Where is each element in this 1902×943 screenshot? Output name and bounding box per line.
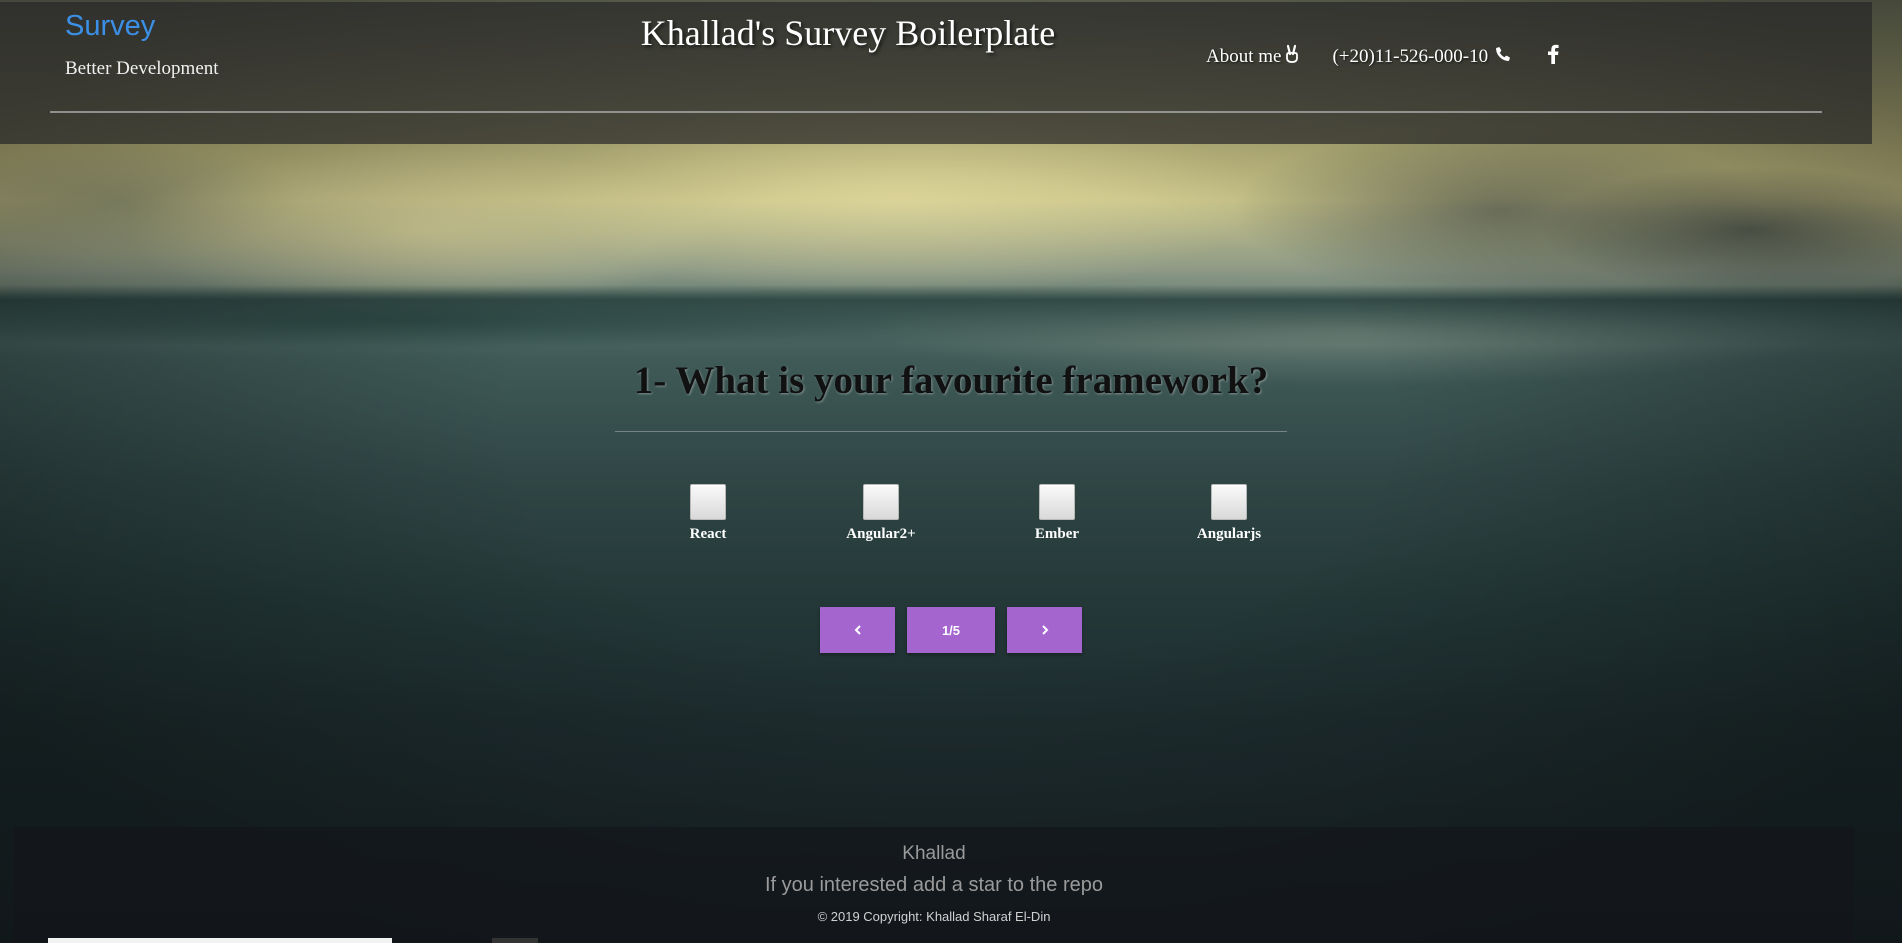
page-indicator[interactable]: 1/5 bbox=[907, 607, 995, 653]
answer-options: React Angular2+ Ember Angularjs bbox=[0, 484, 1902, 544]
option-checkbox[interactable] bbox=[1211, 484, 1247, 520]
option-label: Ember bbox=[1034, 526, 1080, 542]
option-ember[interactable]: Ember bbox=[997, 484, 1117, 543]
option-angularjs[interactable]: Angularjs bbox=[1169, 484, 1289, 543]
question-divider bbox=[615, 431, 1287, 432]
next-button[interactable] bbox=[1007, 607, 1082, 653]
header-nav: About me (+20)11-526-000-10 bbox=[1206, 44, 1559, 70]
option-react[interactable]: React bbox=[648, 484, 768, 543]
facebook-link[interactable] bbox=[1544, 44, 1559, 70]
horizontal-scrollbar-marker bbox=[492, 938, 538, 943]
footer-author: Khallad bbox=[902, 843, 966, 864]
brand-logo[interactable]: Survey bbox=[65, 10, 155, 43]
option-label: React bbox=[689, 526, 727, 542]
chevron-right-icon bbox=[1041, 623, 1049, 638]
previous-button[interactable] bbox=[820, 607, 895, 653]
footer-repo-note[interactable]: If you interested add a star to the repo bbox=[14, 874, 1854, 897]
option-checkbox[interactable] bbox=[863, 484, 899, 520]
about-me-link[interactable]: About me bbox=[1206, 44, 1300, 70]
option-checkbox[interactable] bbox=[690, 484, 726, 520]
option-angular2[interactable]: Angular2+ bbox=[821, 484, 941, 543]
brand-tagline: Better Development bbox=[65, 58, 219, 79]
facebook-icon bbox=[1547, 44, 1559, 70]
option-label: Angular2+ bbox=[846, 526, 916, 542]
chevron-left-icon bbox=[854, 623, 862, 638]
question-title: 1- What is your favourite framework? bbox=[633, 359, 1269, 402]
pagination: 1/5 bbox=[820, 607, 1082, 653]
page-title: Khallad's Survey Boilerplate bbox=[640, 13, 1056, 53]
site-footer: Khallad If you interested add a star to … bbox=[14, 827, 1854, 943]
footer-copyright: © 2019 Copyright: Khallad Sharaf El-Din bbox=[817, 909, 1051, 924]
horizontal-scrollbar-thumb[interactable] bbox=[48, 938, 392, 943]
victory-hand-icon bbox=[1284, 44, 1300, 70]
option-checkbox[interactable] bbox=[1039, 484, 1075, 520]
site-header: Survey Better Development Khallad's Surv… bbox=[0, 2, 1872, 144]
header-divider bbox=[50, 111, 1822, 113]
option-label: Angularjs bbox=[1196, 526, 1262, 542]
phone-icon bbox=[1494, 45, 1512, 69]
about-me-label: About me bbox=[1206, 46, 1282, 67]
phone-link[interactable]: (+20)11-526-000-10 bbox=[1332, 45, 1512, 69]
phone-label: (+20)11-526-000-10 bbox=[1332, 46, 1489, 67]
